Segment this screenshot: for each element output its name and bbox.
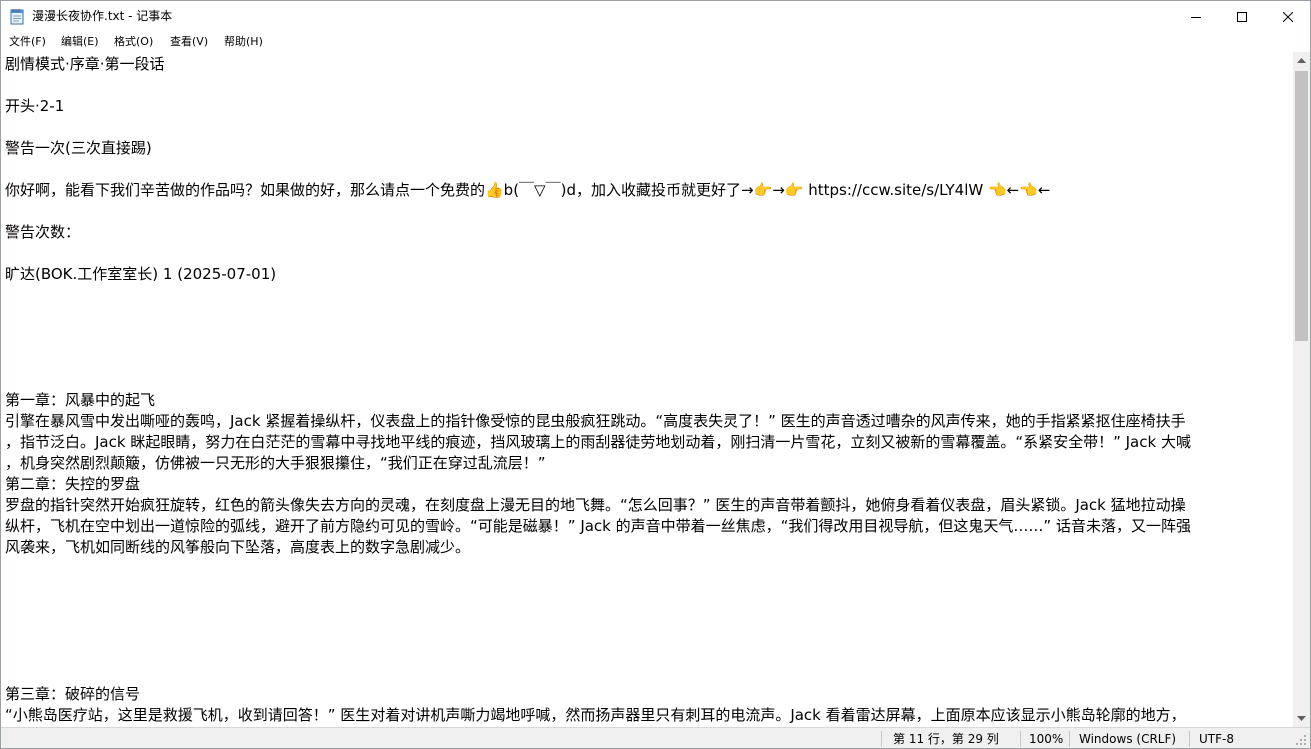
title-bar[interactable]: 漫漫长夜协作.txt - 记事本	[1, 1, 1310, 32]
line-ending: Windows (CRLF)	[1079, 732, 1177, 746]
text-line: ，指节泛白。Jack 眯起眼睛，努力在白茫茫的雪幕中寻找地平线的痕迹，挡风玻璃上…	[5, 433, 1191, 451]
text-line: 旷达(BOK.工作室室长) 1 (2025-07-01)	[5, 265, 277, 283]
text-editor[interactable]: 剧情模式·序章·第一段话 开头·2-1 警告一次(三次直接踢) 你好啊，能看下我…	[1, 52, 1293, 727]
text-line: 剧情模式·序章·第一段话	[5, 55, 165, 73]
notepad-icon[interactable]	[9, 8, 25, 25]
status-divider	[1069, 731, 1070, 747]
text-line: 引擎在暴风雪中发出嘶哑的轰鸣，Jack 紧握着操纵杆，仪表盘上的指针像受惊的昆虫…	[5, 412, 1186, 430]
text-line: “小熊岛医疗站，这里是救援飞机，收到请回答！” 医生对着对讲机声嘶力竭地呼喊，然…	[5, 706, 1186, 724]
menu-view[interactable]: 查看(V)	[169, 34, 209, 50]
scroll-up-button[interactable]	[1293, 52, 1310, 69]
text-line: 开头·2-1	[5, 97, 65, 115]
status-divider	[1020, 731, 1021, 747]
status-bar: 第 11 行，第 29 列 100% Windows (CRLF) UTF-8	[1, 727, 1310, 748]
menu-help[interactable]: 帮助(H)	[223, 34, 264, 50]
encoding: UTF-8	[1199, 732, 1234, 746]
vertical-scrollbar[interactable]	[1293, 52, 1310, 727]
text-line: 第一章：风暴中的起飞	[5, 391, 156, 409]
window-title: 漫漫长夜协作.txt - 记事本	[32, 9, 173, 23]
text-line: 你好啊，能看下我们辛苦做的作品吗？如果做的好，那么请点一个免费的👍b(￣▽￣)d…	[5, 181, 1051, 199]
scrollbar-thumb[interactable]	[1295, 71, 1308, 341]
scroll-down-button[interactable]	[1293, 710, 1310, 727]
text-line: 第二章：失控的罗盘	[5, 475, 141, 493]
chevron-down-icon	[1297, 715, 1306, 721]
text-line: 警告一次(三次直接踢)	[5, 139, 152, 157]
menu-format[interactable]: 格式(O)	[113, 34, 154, 50]
menu-edit[interactable]: 编辑(E)	[60, 34, 100, 50]
text-line: ，机身突然剧烈颠簸，仿佛被一只无形的大手狠狠攥住，“我们正在穿过乱流层！”	[5, 454, 546, 472]
zoom-level: 100%	[1029, 732, 1064, 746]
menu-bar: 文件(F) 编辑(E) 格式(O) 查看(V) 帮助(H)	[1, 32, 1310, 52]
text-line: 警告次数：	[5, 223, 81, 241]
maximize-icon	[1237, 11, 1247, 22]
menu-file[interactable]: 文件(F)	[8, 34, 47, 50]
chevron-up-icon	[1297, 57, 1306, 63]
text-line: 纵杆，飞机在空中划出一道惊险的弧线，避开了前方隐约可见的雪岭。“可能是磁暴！” …	[5, 517, 1191, 535]
minimize-button[interactable]	[1173, 1, 1219, 32]
cursor-position: 第 11 行，第 29 列	[893, 732, 999, 746]
resize-grip-icon[interactable]	[1295, 734, 1307, 748]
status-divider	[1189, 731, 1190, 747]
status-divider	[881, 731, 882, 747]
minimize-icon	[1191, 16, 1201, 18]
close-icon	[1283, 11, 1293, 22]
maximize-button[interactable]	[1219, 1, 1265, 32]
close-button[interactable]	[1265, 1, 1310, 32]
text-line: 罗盘的指针突然开始疯狂旋转，红色的箭头像失去方向的灵魂，在刻度盘上漫无目的地飞舞…	[5, 496, 1186, 514]
notepad-window: 漫漫长夜协作.txt - 记事本 文件(F) 编辑(E) 格式(O) 查看(V)…	[0, 0, 1311, 749]
text-line: 风袭来，飞机如同断线的风筝般向下坠落，高度表上的数字急剧减少。	[5, 538, 471, 556]
text-line: 第三章：破碎的信号	[5, 685, 141, 703]
